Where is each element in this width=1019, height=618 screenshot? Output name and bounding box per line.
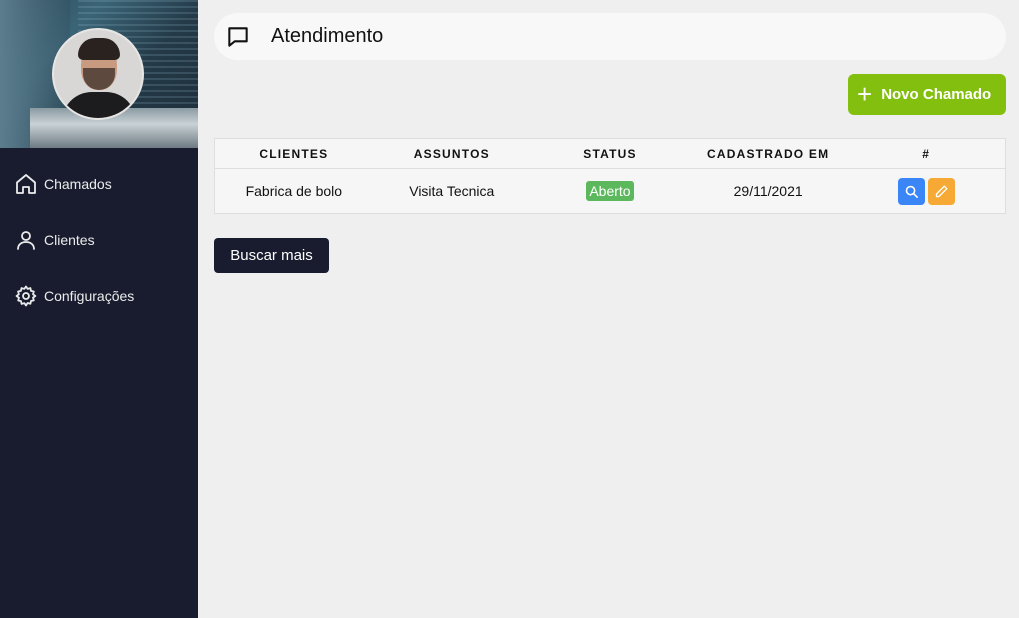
avatar	[52, 28, 144, 120]
tickets-table: CLIENTES ASSUNTOS STATUS CADASTRADO EM #…	[214, 138, 1006, 214]
column-header-clientes: CLIENTES	[214, 138, 373, 169]
sidebar: Chamados Clientes Configurações	[0, 0, 198, 618]
view-ticket-button[interactable]	[897, 177, 925, 205]
avatar-hair	[78, 38, 120, 60]
cell-assunto: Visita Tecnica	[409, 183, 495, 199]
sidebar-item-label: Configurações	[44, 288, 135, 304]
search-icon	[905, 185, 918, 198]
message-square-icon	[225, 24, 251, 50]
column-header-actions: #	[847, 138, 1006, 169]
sidebar-banner	[0, 0, 198, 148]
sidebar-item-clientes[interactable]: Clientes	[0, 212, 198, 268]
sidebar-nav: Chamados Clientes Configurações	[0, 156, 198, 324]
sidebar-item-configuracoes[interactable]: Configurações	[0, 268, 198, 324]
column-header-cadastrado: CADASTRADO EM	[689, 138, 848, 169]
table-header-row: CLIENTES ASSUNTOS STATUS CADASTRADO EM #	[214, 138, 1006, 169]
status-badge: Aberto	[586, 181, 634, 201]
pencil-icon	[935, 185, 948, 197]
page-title: Atendimento	[271, 25, 384, 47]
edit-ticket-button[interactable]	[927, 177, 955, 205]
table-row: Fabrica de bolo Visita Tecnica Aberto 29…	[215, 169, 1006, 214]
sidebar-item-label: Clientes	[44, 232, 95, 248]
cell-status: Aberto	[531, 169, 689, 214]
cell-actions	[847, 169, 1005, 214]
page-header: Atendimento	[214, 13, 1006, 60]
sidebar-item-chamados[interactable]: Chamados	[0, 156, 198, 212]
home-icon	[14, 172, 38, 196]
cell-cliente: Fabrica de bolo	[245, 183, 343, 199]
new-ticket-button[interactable]: + Novo Chamado	[848, 74, 1006, 115]
sidebar-item-label: Chamados	[44, 176, 112, 192]
user-icon	[14, 228, 38, 252]
column-header-assuntos: ASSUNTOS	[372, 138, 531, 169]
new-ticket-label: Novo Chamado	[881, 86, 992, 103]
cell-cadastrado: 29/11/2021	[733, 183, 803, 199]
plus-icon: +	[857, 78, 873, 109]
column-header-status: STATUS	[530, 138, 690, 169]
gear-icon	[14, 284, 38, 308]
avatar-body	[62, 92, 136, 118]
load-more-button[interactable]: Buscar mais	[214, 238, 329, 273]
